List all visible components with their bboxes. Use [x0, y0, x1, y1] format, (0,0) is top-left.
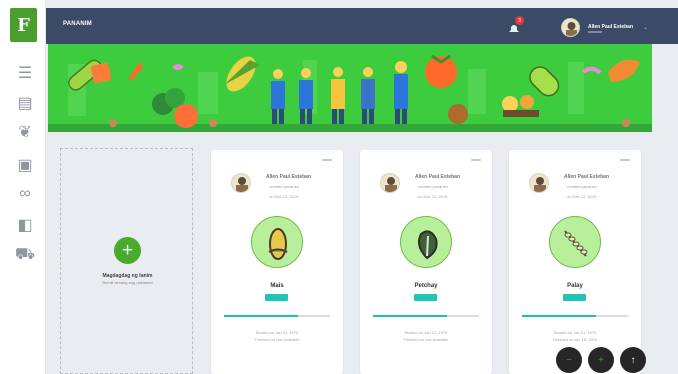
- add-card-title: Magdagdag ng tanim: [102, 273, 153, 279]
- rice-icon: [549, 216, 601, 268]
- started-date: Started on Jan 01, 1970: [255, 330, 299, 335]
- progress-bar: [373, 315, 479, 317]
- pechay-icon: [400, 216, 452, 268]
- document-icon[interactable]: ▤: [17, 95, 32, 112]
- user-menu[interactable]: Allen Paul Esteban ⌄: [561, 16, 648, 38]
- plus-icon: +: [598, 354, 604, 366]
- farm-banner: [48, 44, 652, 132]
- user-name: Allen Paul Esteban: [588, 24, 634, 30]
- avatar: [529, 173, 549, 193]
- corn-icon: [251, 216, 303, 268]
- card-date: on Dec 12, 2019: [269, 194, 299, 199]
- link-icon[interactable]: ∞: [18, 185, 32, 202]
- progress-bar: [224, 315, 330, 317]
- cart-icon[interactable]: ⛟: [15, 246, 35, 263]
- farm-illustration: [48, 44, 652, 132]
- crop-name: Mais: [270, 283, 284, 289]
- finished-date: Finished on Not Available: [254, 337, 300, 342]
- status-badge: [265, 294, 288, 301]
- add-fab-button[interactable]: +: [588, 347, 614, 373]
- sidebar: F ☰ ▤ ❦ ▣ ∞ ◧ ⛟: [0, 0, 46, 374]
- arrow-up-icon: ↑: [630, 354, 636, 366]
- card-menu-button[interactable]: [620, 159, 630, 161]
- chevron-down-icon[interactable]: ⌄: [643, 24, 648, 31]
- app-logo[interactable]: F: [10, 8, 37, 42]
- avatar: [380, 173, 400, 193]
- crop-card[interactable]: Allen Paul Esteban created pananim on De…: [360, 150, 492, 374]
- leaf-icon[interactable]: ❦: [18, 124, 32, 141]
- status-badge: [414, 294, 437, 301]
- card-date: on Dec 12, 2019: [418, 194, 448, 199]
- notification-button[interactable]: 3: [506, 16, 524, 33]
- finished-date: Finished on Not Available: [403, 337, 449, 342]
- crop-card[interactable]: Allen Paul Esteban created pananim on De…: [211, 150, 343, 374]
- card-author: Allen Paul Esteban: [415, 174, 461, 180]
- panel-icon[interactable]: ◧: [17, 217, 32, 234]
- app-title: PANANIM: [63, 21, 92, 27]
- started-date: Started on Jan 01, 1970: [553, 330, 597, 335]
- logo-letter: F: [17, 14, 30, 36]
- status-badge: [563, 294, 586, 301]
- card-author: Allen Paul Esteban: [266, 174, 312, 180]
- card-author: Allen Paul Esteban: [564, 174, 610, 180]
- finished-date: Finished on Apr 18, 2019: [552, 337, 598, 342]
- card-menu-button[interactable]: [471, 159, 481, 161]
- add-crop-card[interactable]: + Magdagdag ng tanim Bumili lamang ang d…: [60, 148, 193, 374]
- top-navigation-bar: PANANIM 3 Allen Paul Esteban ⌄: [46, 8, 678, 44]
- clipboard-icon[interactable]: ▣: [17, 157, 32, 174]
- avatar: [231, 173, 251, 193]
- add-card-subtitle: Bumili lamang ang dokiment: [102, 280, 153, 285]
- crop-card[interactable]: Allen Paul Esteban created pananim on De…: [509, 150, 641, 374]
- crop-name: Palay: [567, 283, 583, 289]
- card-action: created pananim: [418, 184, 448, 189]
- minus-icon: −: [566, 354, 572, 366]
- scroll-top-button[interactable]: ↑: [620, 347, 646, 373]
- card-action: created pananim: [567, 184, 597, 189]
- card-date: on Dec 12, 2019: [567, 194, 597, 199]
- card-action: created pananim: [269, 184, 299, 189]
- started-date: Started on Jan 01, 1970: [404, 330, 448, 335]
- minus-button[interactable]: −: [556, 347, 582, 373]
- user-role-placeholder: [588, 31, 602, 33]
- notification-badge: 3: [515, 16, 524, 25]
- list-icon[interactable]: ☰: [18, 65, 32, 82]
- progress-bar: [522, 315, 628, 317]
- crop-name: Petchay: [414, 283, 438, 289]
- avatar: [561, 17, 580, 37]
- add-button[interactable]: +: [114, 237, 141, 264]
- card-menu-button[interactable]: [322, 159, 332, 161]
